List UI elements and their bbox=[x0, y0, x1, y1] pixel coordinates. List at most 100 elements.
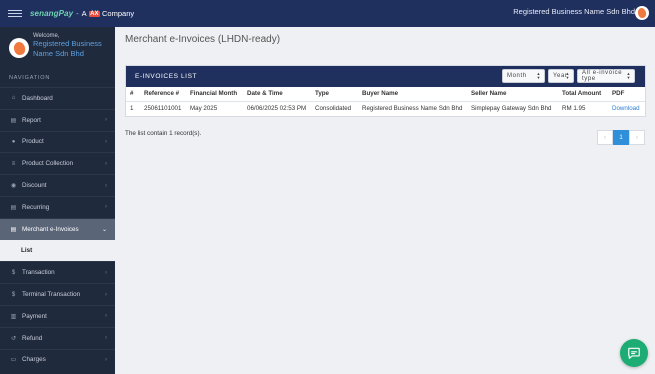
month-select-value: Month bbox=[507, 73, 527, 79]
pagination-prev-button[interactable]: ‹ bbox=[597, 130, 613, 145]
brand-company-prefix: A bbox=[81, 9, 87, 18]
reference-cell: 25061101001 bbox=[144, 105, 182, 113]
sidebar-item-label: Product bbox=[22, 138, 44, 146]
sidebar-item-label: Transaction bbox=[22, 269, 55, 277]
brand-logo[interactable]: senangPay - A AX Company bbox=[30, 9, 134, 18]
column-header: Reference # bbox=[140, 87, 186, 102]
bank-icon: ▥ bbox=[10, 313, 17, 320]
sidebar-item-report[interactable]: ▤ Report › bbox=[0, 108, 115, 131]
card-title: E-INVOICES LIST bbox=[135, 73, 198, 80]
sidebar-item-product-collection[interactable]: ≡ Product Collection › bbox=[0, 152, 115, 174]
financial-month-cell: May 2025 bbox=[190, 105, 218, 113]
sidebar-item-terminal-transaction[interactable]: $ Terminal Transaction › bbox=[0, 283, 115, 305]
sidebar: Welcome, Registered Business Name Sdn Bh… bbox=[0, 27, 115, 374]
top-avatar[interactable] bbox=[635, 6, 649, 20]
sidebar-item-merchant-e-invoices[interactable]: ▤ Merchant e-Invoices ⌄ bbox=[0, 217, 115, 240]
month-select[interactable]: Month ▲ ▼ bbox=[502, 69, 545, 83]
calendar-icon: ▤ bbox=[10, 117, 17, 124]
total-amount-cell: RM 1.95 bbox=[562, 105, 586, 113]
tag-icon: ◉ bbox=[10, 183, 17, 190]
column-header: Date & Time bbox=[243, 87, 311, 102]
pagination-page-button[interactable]: 1 bbox=[613, 130, 629, 145]
column-header: Type bbox=[311, 87, 358, 102]
calendar-icon: ▤ bbox=[10, 204, 17, 211]
profile-name-link[interactable]: Registered Business Name Sdn Bhd bbox=[33, 39, 103, 59]
select-arrows-icon: ▲ ▼ bbox=[626, 71, 631, 80]
dollar-icon: $ bbox=[11, 269, 16, 276]
sidebar-subitem-list[interactable]: List bbox=[0, 239, 115, 262]
column-header: # bbox=[126, 87, 140, 102]
pagination-next-button[interactable]: › bbox=[629, 130, 645, 145]
sidebar-item-label: Payment bbox=[22, 312, 47, 320]
refund-icon: ↺ bbox=[10, 335, 17, 342]
chevron-right-icon: › bbox=[105, 335, 107, 342]
table-header-row: # Reference # Financial Month Date & Tim… bbox=[126, 87, 645, 102]
sidebar-item-label: Charges bbox=[22, 356, 46, 364]
table-row: 1 25061101001 May 2025 06/06/2025 02:53 … bbox=[126, 101, 645, 116]
calendar-icon: ▤ bbox=[10, 226, 17, 233]
sidebar-item-recurring[interactable]: ▤ Recurring › bbox=[0, 195, 115, 218]
sidebar-item-payment[interactable]: ▥ Payment › bbox=[0, 304, 115, 327]
page-title: Merchant e-Invoices (LHDN-ready) bbox=[125, 34, 281, 45]
column-header: Total Amount bbox=[558, 87, 608, 102]
flame-avatar-icon bbox=[12, 40, 26, 56]
column-header: Buyer Name bbox=[358, 87, 467, 102]
type-cell: Consolidated bbox=[315, 105, 352, 113]
chevron-right-icon: › bbox=[105, 204, 107, 211]
profile-block: Welcome, Registered Business Name Sdn Bh… bbox=[0, 27, 115, 67]
sidebar-item-label: Product Collection bbox=[22, 160, 74, 168]
flame-avatar-icon bbox=[636, 7, 648, 19]
seller-name-cell: Simplepay Gateway Sdn Bhd bbox=[471, 105, 552, 113]
invoice-type-select[interactable]: All e-invoice type ▲ ▼ bbox=[577, 69, 635, 83]
date-time-cell: 06/06/2025 02:53 PM bbox=[247, 105, 307, 113]
brand-company-suffix: Company bbox=[102, 9, 135, 18]
year-select[interactable]: Year ▲ ▼ bbox=[548, 69, 574, 83]
sidebar-item-product[interactable]: ● Product › bbox=[0, 130, 115, 153]
buyer-name-cell: Registered Business Name Sdn Bhd bbox=[362, 105, 463, 113]
sidebar-item-label: Terminal Transaction bbox=[22, 291, 81, 299]
record-count: The list contain 1 record(s). bbox=[125, 130, 202, 137]
home-icon: ⌂ bbox=[11, 95, 16, 102]
sidebar-item-dashboard[interactable]: ⌂ Dashboard bbox=[0, 87, 115, 109]
brand-name: senangPay bbox=[30, 9, 74, 18]
row-number: 1 bbox=[130, 105, 134, 113]
chevron-right-icon: › bbox=[105, 356, 107, 363]
card-icon: ▭ bbox=[10, 357, 17, 364]
menu-toggle-icon[interactable] bbox=[8, 9, 22, 18]
pagination: ‹ 1 › bbox=[597, 130, 645, 145]
dollar-icon: $ bbox=[11, 291, 16, 298]
sidebar-item-refund[interactable]: ↺ Refund › bbox=[0, 326, 115, 349]
top-user-name[interactable]: Registered Business Name Sdn Bhd bbox=[513, 7, 635, 16]
select-arrows-icon: ▲ ▼ bbox=[536, 71, 541, 80]
sidebar-item-transaction[interactable]: $ Transaction › bbox=[0, 261, 115, 283]
avatar bbox=[9, 38, 29, 58]
column-header: Seller Name bbox=[467, 87, 558, 102]
e-invoices-card: E-INVOICES LIST Month ▲ ▼ Year ▲ ▼ All e-i… bbox=[125, 65, 646, 117]
sidebar-item-discount[interactable]: ◉ Discount › bbox=[0, 174, 115, 196]
sidebar-item-charges[interactable]: ▭ Charges › bbox=[0, 348, 115, 371]
chevron-down-icon: ⌄ bbox=[101, 226, 107, 233]
chevron-right-icon: › bbox=[105, 291, 107, 298]
chevron-right-icon: › bbox=[105, 269, 107, 276]
chat-icon bbox=[628, 347, 640, 359]
user-icon: ● bbox=[11, 138, 16, 145]
top-bar: senangPay - A AX Company Registered Busi… bbox=[0, 0, 655, 27]
sidebar-item-label: Recurring bbox=[22, 203, 50, 211]
chevron-right-icon: › bbox=[105, 117, 107, 124]
column-header: PDF bbox=[608, 87, 645, 102]
chevron-right-icon: › bbox=[105, 160, 107, 167]
chevron-right-icon: › bbox=[105, 138, 107, 145]
nav-heading: NAVIGATION bbox=[9, 75, 51, 81]
chevron-right-icon: › bbox=[105, 182, 107, 189]
column-header: Financial Month bbox=[186, 87, 243, 102]
sidebar-item-label: Merchant e-Invoices bbox=[22, 225, 79, 233]
filters: Month ▲ ▼ Year ▲ ▼ All e-invoice type ▲ ▼ bbox=[502, 69, 635, 83]
sidebar-item-label: Discount bbox=[22, 182, 47, 190]
brand-separator: - bbox=[76, 9, 79, 18]
brand-company: A AX Company bbox=[82, 9, 134, 18]
list-icon: ≡ bbox=[11, 160, 16, 167]
sidebar-nav: ⌂ Dashboard ▤ Report › ● Product › ≡ Pro… bbox=[0, 87, 115, 370]
sidebar-item-label: Dashboard bbox=[22, 94, 53, 102]
chat-button[interactable] bbox=[620, 339, 648, 367]
download-pdf-link[interactable]: Download bbox=[612, 105, 640, 112]
